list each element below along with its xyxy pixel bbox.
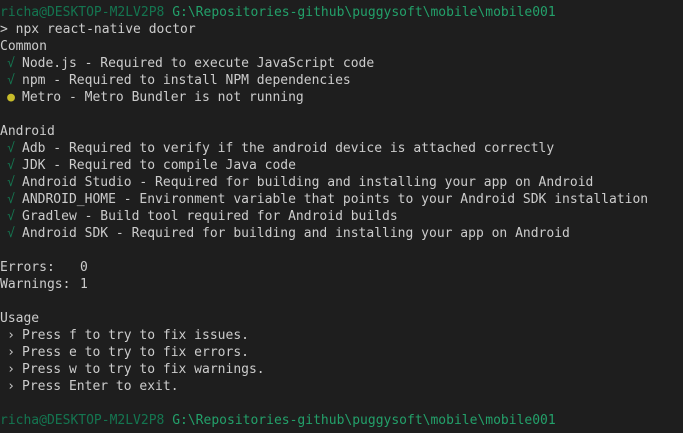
check-icon: √ [7, 56, 15, 71]
check-icon: √ [7, 226, 15, 241]
usage-item: › Press e to try to fix errors. [0, 344, 683, 361]
prompt-path: G:\Repositories-github\puggysoft\mobile\… [172, 5, 556, 20]
usage-item-text: Press f to try to fix issues. [22, 328, 249, 343]
prompt-path: G:\Repositories-github\puggysoft\mobile\… [172, 413, 556, 428]
check-item-text: npm - Required to install NPM dependenci… [22, 73, 351, 88]
warnings-label: Warnings: [0, 277, 71, 292]
check-icon: √ [7, 141, 15, 156]
chevron-right-icon: › [7, 379, 15, 394]
command-text: npx react-native doctor [15, 22, 196, 37]
chevron-right-icon: › [7, 328, 15, 343]
warnings-summary: Warnings: 1 [0, 276, 683, 293]
check-item-text: Android Studio - Required for building a… [22, 175, 594, 190]
section-heading-common: Common [0, 39, 47, 54]
check-item: √ Adb - Required to verify if the android… [0, 140, 683, 157]
prompt-user-host: richa@DESKTOP-M2LV2P8 [0, 413, 165, 428]
warnings-count: 1 [80, 277, 88, 292]
check-item-text: Adb - Required to verify if the android … [22, 141, 555, 156]
check-item: √ Node.js - Required to execute JavaScrip… [0, 55, 683, 72]
section-heading-android: Android [0, 124, 55, 139]
usage-item: › Press Enter to exit. [0, 378, 683, 395]
check-item: √ ANDROID_HOME - Environment variable tha… [0, 191, 683, 208]
usage-item: › Press f to try to fix issues. [0, 327, 683, 344]
errors-count: 0 [80, 260, 88, 275]
prompt-line-end: richa@DESKTOP-M2LV2P8 G:\Repositories-gi… [0, 412, 683, 429]
errors-summary: Errors: 0 [0, 259, 683, 276]
check-item-text: Node.js - Required to execute JavaScript… [22, 56, 375, 71]
usage-item-text: Press Enter to exit. [22, 379, 179, 394]
check-item-text: JDK - Required to compile Java code [22, 158, 296, 173]
section-heading-usage: Usage [0, 311, 40, 326]
usage-item-text: Press w to try to fix warnings. [22, 362, 265, 377]
prompt-user-host: richa@DESKTOP-M2LV2P8 [0, 5, 165, 20]
terminal-panel[interactable]: richa@DESKTOP-M2LV2P8 G:\Repositories-gi… [0, 0, 683, 433]
check-item: √ Android SDK - Required for building and… [0, 225, 683, 242]
check-item-text: Android SDK - Required for building and … [22, 226, 570, 241]
check-item: √ npm - Required to install NPM dependenc… [0, 72, 683, 89]
usage-item: › Press w to try to fix warnings. [0, 361, 683, 378]
errors-label: Errors: [0, 260, 55, 275]
check-icon: √ [7, 158, 15, 173]
prompt-symbol: > [0, 22, 8, 37]
check-item-text: Gradlew - Build tool required for Androi… [22, 209, 398, 224]
chevron-right-icon: › [7, 362, 15, 377]
check-item: √ Android Studio - Required for building … [0, 174, 683, 191]
check-icon: √ [7, 192, 15, 207]
check-item: √ JDK - Required to compile Java code [0, 157, 683, 174]
usage-item-text: Press e to try to fix errors. [22, 345, 249, 360]
prompt-line: richa@DESKTOP-M2LV2P8 G:\Repositories-gi… [0, 4, 683, 21]
check-item-text: Metro - Metro Bundler is not running [22, 90, 304, 105]
command-line: > npx react-native doctor [0, 21, 683, 38]
check-item: √ Gradlew - Build tool required for Andro… [0, 208, 683, 225]
check-icon: √ [7, 175, 15, 190]
check-item-text: ANDROID_HOME - Environment variable that… [22, 192, 649, 207]
check-item: ● Metro - Metro Bundler is not running [0, 89, 683, 106]
check-icon: √ [7, 209, 15, 224]
warning-dot-icon: ● [7, 90, 15, 105]
chevron-right-icon: › [7, 345, 15, 360]
check-icon: √ [7, 73, 15, 88]
